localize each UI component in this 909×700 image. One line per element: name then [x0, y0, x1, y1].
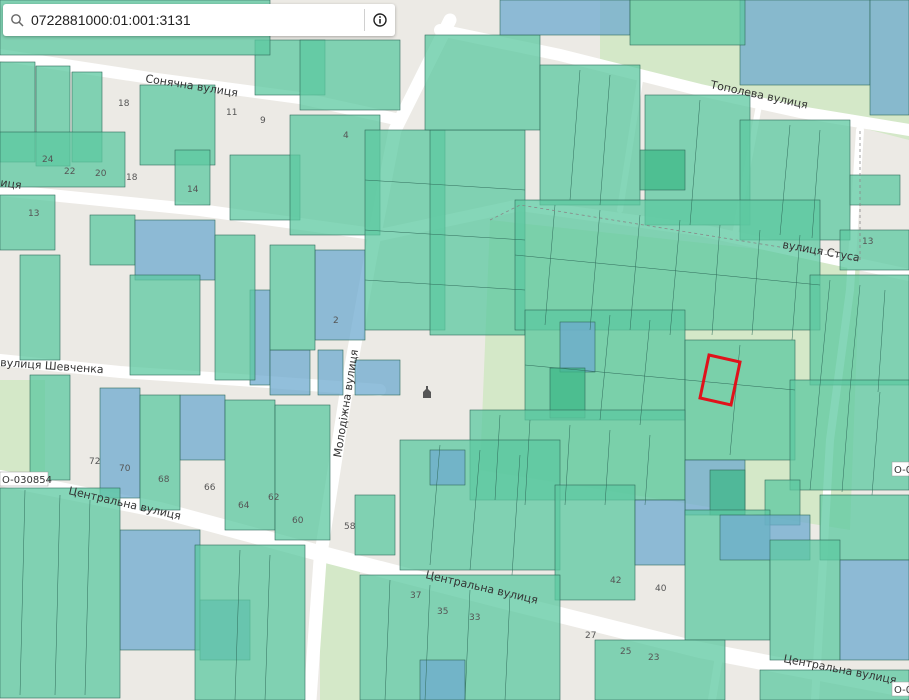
- house-number: 14: [187, 185, 199, 195]
- house-number: 62: [268, 493, 279, 503]
- parcel: [554, 484, 636, 601]
- house-number: 70: [119, 464, 131, 474]
- svg-text:O-0: O-0: [894, 465, 909, 476]
- parcel: [499, 0, 631, 36]
- parcel: [179, 394, 226, 461]
- parcel: [99, 387, 141, 499]
- parcel: [89, 214, 136, 266]
- parcel: [594, 639, 726, 700]
- house-number: 18: [126, 173, 138, 183]
- house-number: 11: [226, 108, 237, 118]
- road-ref-east-top: O-0: [891, 461, 909, 477]
- parcel: [424, 34, 541, 131]
- parcel: [839, 559, 909, 661]
- parcel: [539, 64, 641, 206]
- parcel: [419, 659, 466, 700]
- parcel: [869, 0, 909, 116]
- house-number: 20: [95, 169, 107, 179]
- parcel: [639, 149, 686, 191]
- parcel: [0, 487, 121, 699]
- parcel: [129, 274, 201, 376]
- search-bar: [3, 4, 395, 36]
- parcel: [269, 244, 316, 351]
- house-number: 2: [333, 316, 339, 326]
- parcel: [317, 349, 344, 396]
- house-number: 25: [620, 647, 631, 657]
- parcel: [709, 469, 746, 516]
- search-icon[interactable]: [3, 13, 31, 27]
- house-number: 22: [64, 167, 75, 177]
- parcel: [229, 154, 301, 221]
- parcel: [354, 359, 401, 396]
- parcel: [0, 194, 56, 251]
- cadastral-map[interactable]: Сонячна вулиця Тополева вулиця вулиця Ст…: [0, 0, 909, 700]
- road-ref-east-bottom: O-0: [891, 681, 909, 697]
- info-icon[interactable]: [365, 13, 395, 27]
- parcel: [214, 234, 256, 381]
- house-number: 13: [28, 209, 39, 219]
- parcel: [194, 544, 306, 700]
- parcel: [559, 321, 596, 373]
- house-number: 9: [260, 116, 266, 126]
- house-number: 13: [862, 237, 873, 247]
- svg-text:O-0: O-0: [894, 685, 909, 696]
- house-number: 35: [437, 607, 448, 617]
- house-number: 18: [118, 99, 130, 109]
- road-ref-west: O-030854: [0, 471, 52, 487]
- cadastral-search-input[interactable]: [31, 6, 364, 34]
- parcel: [19, 254, 61, 361]
- parcel: [269, 349, 311, 396]
- house-number: 58: [344, 522, 356, 532]
- parcel: [119, 529, 201, 651]
- house-number: 4: [343, 131, 349, 141]
- house-number: 64: [238, 501, 250, 511]
- parcel: [429, 449, 466, 486]
- house-number: 23: [648, 653, 659, 663]
- parcel: [224, 399, 276, 531]
- parcel: [174, 149, 211, 206]
- house-number: 68: [158, 475, 170, 485]
- house-number: 42: [610, 576, 621, 586]
- parcel: [399, 439, 561, 571]
- parcel: [684, 339, 796, 461]
- parcel: [299, 39, 401, 111]
- house-number: 60: [292, 516, 304, 526]
- parcel: [139, 394, 181, 511]
- parcel: [29, 374, 71, 481]
- parcel: [354, 494, 396, 556]
- parcel: [314, 249, 366, 341]
- house-number: 40: [655, 584, 667, 594]
- house-number: 27: [585, 631, 596, 641]
- parcel: [629, 0, 746, 46]
- parcel: [134, 219, 216, 281]
- parcel: [849, 174, 901, 206]
- parcel: [739, 0, 871, 86]
- house-number: 37: [410, 591, 421, 601]
- house-number: 66: [204, 483, 216, 493]
- house-number: 24: [42, 155, 54, 165]
- house-number: 33: [469, 613, 480, 623]
- svg-text:O-030854: O-030854: [2, 475, 52, 486]
- parcel: [634, 499, 686, 566]
- house-number: 72: [89, 457, 100, 467]
- parcel: [429, 129, 526, 336]
- parcel: [769, 539, 841, 661]
